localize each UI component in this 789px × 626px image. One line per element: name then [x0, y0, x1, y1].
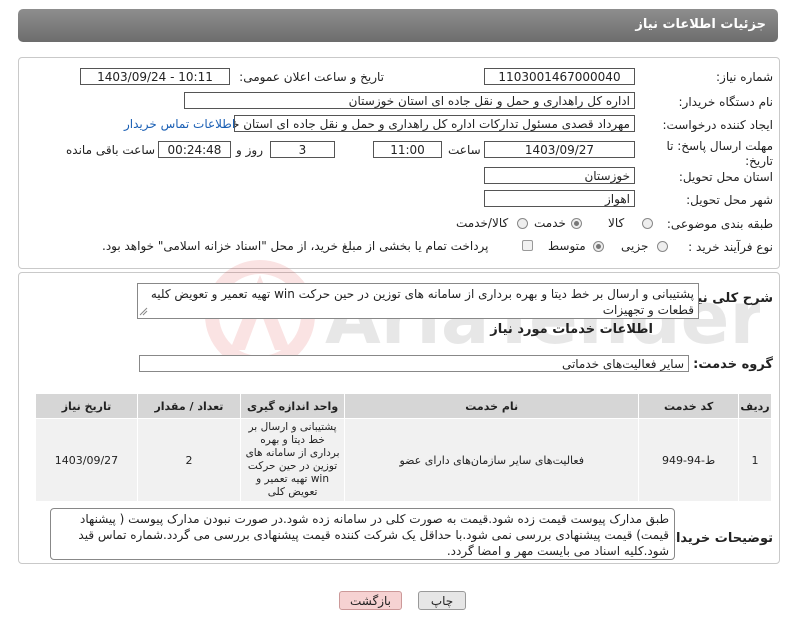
resize-grip-icon[interactable] [139, 307, 148, 316]
city-label: شهر محل تحویل: [686, 193, 773, 207]
services-table: تاریخ نیاز تعداد / مقدار واحد اندازه گیر… [35, 393, 773, 502]
print-button[interactable]: چاپ [418, 591, 466, 610]
treasury-payment-checkbox[interactable] [522, 240, 533, 251]
process-minor-radio[interactable] [657, 241, 668, 252]
announce-datetime-label: تاریخ و ساعت اعلان عمومی: [239, 70, 384, 84]
page-title: جزئیات اطلاعات نیاز [635, 17, 766, 32]
category-goods-service-label: کالا/خدمت [456, 216, 509, 230]
buyer-notes-label: توضیحات خریدار: [663, 531, 773, 546]
table-header-row: تاریخ نیاز تعداد / مقدار واحد اندازه گیر… [35, 393, 773, 419]
cell-service-code: ط-94-949 [638, 418, 739, 502]
col-date: تاریخ نیاز [35, 393, 138, 419]
process-minor-label: جزیی [621, 239, 649, 253]
province-field: خوزستان [484, 167, 635, 184]
col-unit: واحد اندازه گیری [239, 393, 346, 419]
cell-row: 1 [737, 418, 773, 502]
buyer-org-label: نام دستگاه خریدار: [678, 95, 774, 109]
deadline-date-field: 1403/09/27 [484, 141, 635, 158]
city-field: اهواز [484, 190, 635, 207]
deadline-time-field: 11:00 [373, 141, 442, 158]
days-label: روز و [236, 143, 263, 157]
need-number-field: 1103001467000040 [484, 68, 635, 85]
cell-quantity: 2 [136, 418, 241, 502]
days-field: 3 [270, 141, 335, 158]
page-header: جزئیات اطلاعات نیاز [18, 9, 778, 42]
col-quantity: تعداد / مقدار [136, 393, 241, 419]
category-goods-label: کالا [608, 216, 625, 230]
back-button[interactable]: بازگشت [339, 591, 402, 610]
buyer-org-field: اداره کل راهداری و حمل و نقل جاده ای است… [184, 92, 635, 109]
cell-service-name: فعالیت‌های سایر سازمان‌های دارای عضو [344, 418, 640, 502]
process-medium-radio[interactable] [593, 241, 604, 252]
table-row: 1403/09/27 2 پشتیبانی و ارسال بر خط دیتا… [35, 418, 773, 502]
announce-datetime-field: 1403/09/24 - 10:11 [80, 68, 230, 85]
services-info-heading: اطلاعات خدمات مورد نیاز [490, 322, 653, 337]
col-service-name: نام خدمت [344, 393, 640, 419]
description-textarea: پشتیبانی و ارسال بر خط دیتا و بهره بردار… [137, 283, 699, 319]
deadline-time-label: ساعت [448, 143, 481, 157]
category-service-radio[interactable] [571, 218, 582, 229]
cell-date: 1403/09/27 [35, 418, 138, 502]
col-service-code: کد خدمت [638, 393, 739, 419]
contact-buyer-link[interactable]: اطلاعات تماس خریدار [124, 117, 235, 131]
service-group-label: گروه خدمت: [693, 357, 773, 372]
need-number-label: شماره نیاز: [716, 70, 773, 84]
col-row: ردیف [737, 393, 773, 419]
category-goods-service-radio[interactable] [517, 218, 528, 229]
requester-label: ایجاد کننده درخواست: [662, 118, 773, 132]
buyer-notes-textarea: طبق مدارک پیوست قیمت زده شود.قیمت به صور… [50, 508, 675, 560]
process-type-label: نوع فرآیند خرید : [688, 240, 773, 254]
remaining-time-field: 00:24:48 [158, 141, 231, 158]
category-goods-radio[interactable] [642, 218, 653, 229]
category-service-label: خدمت [534, 216, 566, 230]
cell-unit: پشتیبانی و ارسال بر خط دیتا و بهره بردار… [239, 418, 346, 502]
province-label: استان محل تحویل: [678, 170, 773, 184]
service-group-field: سایر فعالیت‌های خدماتی [139, 355, 689, 372]
process-medium-label: متوسط [548, 239, 586, 253]
requester-field: مهرداد قصدی مسئول تداركات اداره کل راهدا… [234, 115, 635, 132]
category-label: طبقه بندی موضوعی: [666, 217, 773, 231]
payment-note: پرداخت تمام یا بخشی از مبلغ خرید، از محل… [102, 239, 489, 253]
remaining-label: ساعت باقی مانده [66, 143, 156, 157]
deadline-label: مهلت ارسال پاسخ: تا تاریخ: [666, 139, 773, 168]
